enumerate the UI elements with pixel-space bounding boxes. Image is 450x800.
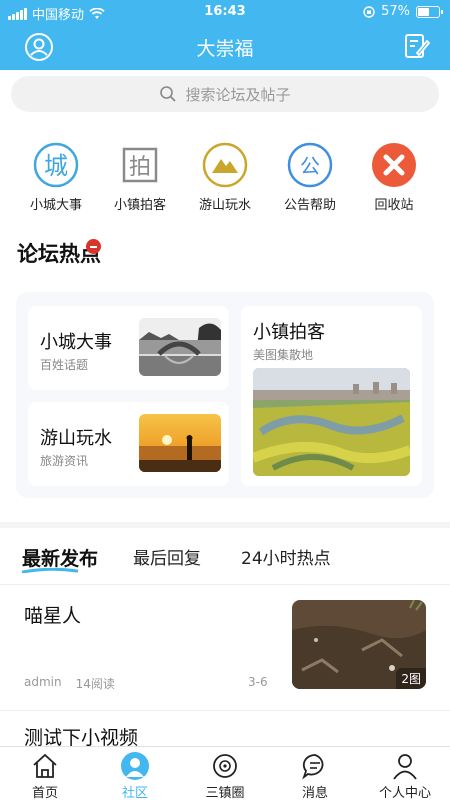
tabbar-home[interactable]: 首页 (0, 751, 90, 800)
category-travel[interactable]: 游山玩水 (180, 142, 270, 213)
notice-icon: 公 (287, 142, 333, 188)
post-author: admin (24, 675, 62, 689)
post-thumbnail: 2图 (292, 600, 426, 689)
post-views: 14阅读 (75, 677, 115, 691)
svg-text:拍: 拍 (129, 155, 151, 180)
status-bar: 中国移动 16:43 57% (0, 0, 450, 24)
circle-icon (213, 754, 237, 778)
page-title: 大崇福 (196, 38, 254, 60)
battery-percent: 57% (381, 4, 410, 19)
category-label: 小城大事 (29, 198, 82, 213)
hot-card-subtitle: 美图集散地 (253, 348, 314, 362)
svg-text:城: 城 (44, 152, 68, 180)
tabbar-label: 首页 (31, 786, 58, 800)
bottom-tab-bar: 首页 社区 三镇圈 消息 个人中心 (0, 746, 450, 800)
search-input[interactable]: 搜索论坛及帖子 (11, 76, 439, 112)
category-notice[interactable]: 公 公告帮助 (265, 142, 355, 213)
active-tab-underline (22, 568, 78, 573)
hot-card-subtitle: 百姓话题 (40, 358, 89, 372)
user-icon (393, 754, 417, 780)
community-icon (121, 752, 149, 780)
message-icon (302, 754, 324, 780)
post-item[interactable]: 喵星人 admin 14阅读 3-6 2图 (0, 584, 450, 710)
image-count-badge: 2图 (396, 668, 426, 689)
search-icon (160, 86, 177, 102)
hot-card-city[interactable]: 小城大事 百姓话题 (28, 306, 229, 390)
category-city[interactable]: 城 小城大事 (11, 142, 101, 213)
hot-card-title: 游山玩水 (40, 428, 112, 449)
hot-card-travel[interactable]: 游山玩水 旅游资讯 (28, 402, 229, 486)
svg-text:公: 公 (300, 154, 320, 178)
hot-card-photo[interactable]: 小镇拍客 美图集散地 (241, 306, 422, 486)
aerial-field-thumbnail (253, 368, 410, 476)
tab-24h-hot[interactable]: 24小时热点 (241, 544, 331, 569)
category-shortcuts: 城 小城大事 拍 小镇拍客 游山玩水 公 公告帮助 回收站 (0, 142, 450, 216)
section-divider (0, 522, 450, 528)
tabbar-circle[interactable]: 三镇圈 (180, 751, 270, 800)
tabbar-label: 个人中心 (378, 786, 431, 800)
nav-bar: 大崇福 (0, 24, 450, 70)
camera-icon: 拍 (122, 147, 158, 183)
tab-latest[interactable]: 最新发布 (22, 544, 98, 571)
category-recycle[interactable]: 回收站 (349, 142, 439, 213)
tabbar-community[interactable]: 社区 (90, 751, 180, 800)
hot-badge-icon (86, 239, 101, 254)
post-item[interactable]: 测试下小视频 (0, 710, 450, 750)
post-title: 喵星人 (24, 605, 82, 627)
sunset-thumbnail (139, 414, 221, 472)
category-camera[interactable]: 拍 小镇拍客 (95, 142, 185, 213)
hot-card-title: 小镇拍客 (253, 322, 325, 343)
hot-card-title: 小城大事 (40, 332, 112, 353)
home-icon (33, 753, 57, 778)
tab-last-reply[interactable]: 最后回复 (133, 544, 201, 569)
tabbar-label: 消息 (301, 786, 328, 800)
search-placeholder: 搜索论坛及帖子 (185, 85, 291, 104)
feed-tabs: 最新发布 最后回复 24小时热点 (0, 536, 450, 582)
post-date: 3-6 (248, 675, 268, 689)
orientation-lock-icon (363, 5, 375, 18)
category-label: 回收站 (374, 198, 414, 213)
bridge-thumbnail (139, 318, 221, 376)
mountain-icon (202, 142, 248, 188)
hot-panel: 小城大事 百姓话题 游山玩水 旅游资讯 小镇拍客 美图集散地 (16, 292, 434, 498)
city-icon: 城 (33, 142, 79, 188)
battery-icon (416, 5, 443, 18)
compose-icon[interactable] (402, 32, 430, 60)
hot-card-subtitle: 旅游资讯 (40, 454, 89, 468)
category-label: 游山玩水 (198, 198, 251, 213)
category-label: 公告帮助 (283, 198, 336, 213)
tabbar-profile[interactable]: 个人中心 (360, 751, 450, 800)
tabbar-label: 社区 (121, 786, 148, 800)
tabbar-message[interactable]: 消息 (270, 751, 360, 800)
category-label: 小镇拍客 (113, 198, 166, 213)
tabbar-label: 三镇圈 (205, 786, 245, 800)
recycle-icon (372, 143, 416, 187)
